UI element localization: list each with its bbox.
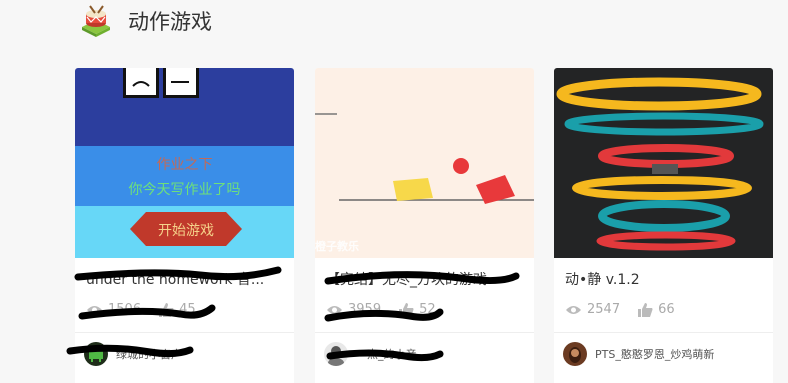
card-title[interactable]: 动•静 v.1.2 xyxy=(565,269,765,289)
thumbs-up-icon xyxy=(159,302,174,317)
like-count: 45 xyxy=(179,302,196,317)
avatar[interactable] xyxy=(563,342,587,366)
thumbs-up-icon xyxy=(399,302,414,317)
thumbnail-subtitle: 作业之下 xyxy=(156,157,213,173)
card-stats: 3959 52 xyxy=(326,302,454,317)
game-thumbnail[interactable]: 橙子教乐 xyxy=(315,68,534,258)
game-card[interactable]: 动•静 v.1.2 2547 66 PTS_憨憨罗恩_炒鸡萌新 xyxy=(554,68,773,383)
thumbs-up-icon xyxy=(638,302,653,317)
thumbnail-tagline: 你今天写作业了吗 xyxy=(128,182,241,198)
game-card[interactable]: 作业之下 你今天写作业了吗 开始游戏 under the homework 音.… xyxy=(75,68,294,383)
avatar[interactable] xyxy=(84,342,108,366)
section-title: 动作游戏 xyxy=(128,10,212,34)
card-stats: 1506 45 xyxy=(86,302,214,317)
section-header: 动作游戏 xyxy=(78,3,212,39)
author-name[interactable]: PTS_憨憨罗恩_炒鸡萌新 xyxy=(595,346,714,362)
drum-icon xyxy=(78,3,114,39)
eye-icon xyxy=(566,305,581,314)
game-thumbnail[interactable]: 作业之下 你今天写作业了吗 开始游戏 xyxy=(75,68,294,258)
author-info[interactable]: PTS_憨憨罗恩_炒鸡萌新 xyxy=(563,342,714,366)
card-title[interactable]: under the homework 音... xyxy=(86,269,286,289)
view-count: 1506 xyxy=(108,302,142,317)
card-stats: 2547 66 xyxy=(565,302,693,317)
eye-icon xyxy=(327,305,342,314)
author-name[interactable]: 绿城的小窗户 xyxy=(116,346,182,362)
card-title[interactable]: 【完结】无尽_方块的游戏 xyxy=(326,269,526,289)
watermark: 橙子教乐 xyxy=(315,240,359,253)
author-name[interactable]: 一点_的小音 xyxy=(356,346,417,362)
game-thumbnail[interactable] xyxy=(554,68,773,258)
eye-icon xyxy=(87,305,102,314)
like-count: 52 xyxy=(419,302,436,317)
start-game-banner: 开始游戏 xyxy=(130,212,242,246)
view-count: 2547 xyxy=(587,302,621,317)
game-card[interactable]: 橙子教乐 【完结】无尽_方块的游戏 3959 52 一点_的小音 xyxy=(315,68,534,383)
author-info[interactable]: 一点_的小音 xyxy=(324,342,417,366)
view-count: 3959 xyxy=(348,302,382,317)
avatar[interactable] xyxy=(324,342,348,366)
like-count: 66 xyxy=(658,302,675,317)
author-info[interactable]: 绿城的小窗户 xyxy=(84,342,182,366)
